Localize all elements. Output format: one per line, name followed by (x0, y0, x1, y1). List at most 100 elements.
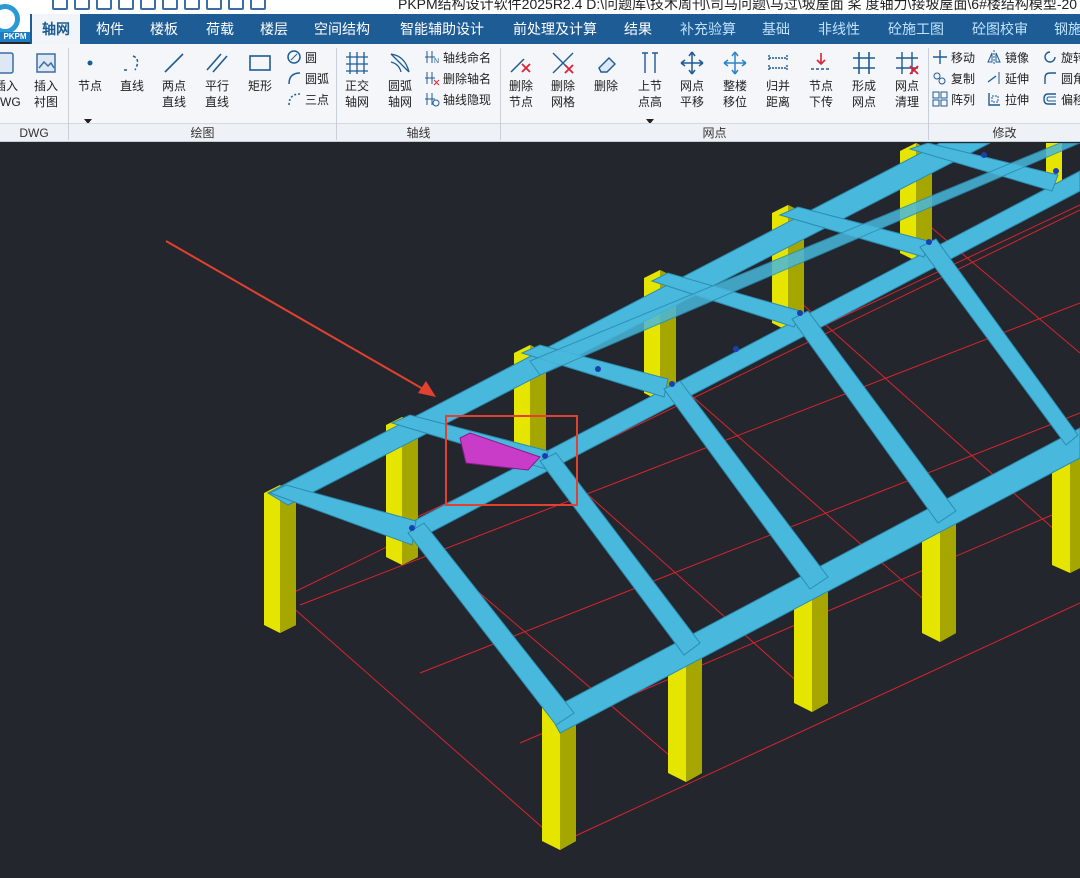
tab-concrete-review[interactable]: 砼图校审 (972, 14, 1028, 44)
delete-grid-button[interactable]: 删除 网格 (543, 50, 583, 110)
rectangle-icon (240, 50, 280, 76)
circle-icon (286, 49, 302, 65)
tab-supplementary-check[interactable]: 补充验算 (680, 14, 736, 44)
axis-name-icon: N (424, 49, 440, 65)
rafter-beam[interactable] (919, 238, 1079, 446)
rafter-beam[interactable] (791, 310, 957, 524)
node-point[interactable] (981, 152, 987, 158)
extend-button[interactable]: 延伸 (986, 69, 1029, 89)
tab-results[interactable]: 结果 (624, 14, 652, 44)
group-label-axis: 轴线 (337, 123, 500, 141)
column[interactable] (264, 485, 296, 633)
undo-icon[interactable] (228, 0, 244, 10)
extend-icon (986, 70, 1002, 86)
rafter-beam[interactable] (539, 452, 701, 656)
tab-loads[interactable]: 荷载 (206, 14, 234, 44)
structure-3d-view[interactable] (0, 143, 1080, 878)
node-button[interactable]: 节点 (70, 50, 110, 94)
two-point-line-button[interactable]: 两点 直线 (154, 50, 194, 110)
tab-floors[interactable]: 楼层 (260, 14, 288, 44)
rotate-button[interactable]: 旋转 (1042, 48, 1080, 68)
form-node-button[interactable]: 形成 网点 (844, 50, 884, 110)
insert-dwg-button[interactable]: 插入 DWG (0, 50, 26, 110)
mirror-button[interactable]: 镜像 (986, 48, 1029, 68)
toggle-axis-button[interactable]: 轴线隐现 (424, 90, 491, 110)
node-point[interactable] (409, 525, 415, 531)
copy-icon (932, 70, 948, 86)
arc-button[interactable]: 圆弧 (286, 69, 329, 89)
tab-members[interactable]: 构件 (96, 14, 124, 44)
app-logo[interactable]: PKPM (0, 4, 30, 42)
screen-icon[interactable] (184, 0, 200, 10)
three-point-arc-button[interactable]: 三点 (286, 90, 329, 110)
tab-spatial-structure[interactable]: 空间结构 (314, 14, 370, 44)
tab-slabs[interactable]: 楼板 (150, 14, 178, 44)
axis-naming-button[interactable]: N 轴线命名 (424, 48, 491, 68)
print-icon[interactable] (140, 0, 156, 10)
delete-axis-name-button[interactable]: 删除轴名 (424, 69, 491, 89)
fillet-button[interactable]: 圆角 (1042, 69, 1080, 89)
settings-icon[interactable] (206, 0, 222, 10)
merge-distance-icon (758, 50, 798, 76)
clock-icon[interactable] (118, 0, 134, 10)
redo-icon[interactable] (250, 0, 266, 10)
push-node-down-button[interactable]: 节点 下传 (801, 50, 841, 110)
stretch-icon (986, 91, 1002, 107)
tab-smart-design[interactable]: 智能辅助设计 (400, 14, 484, 44)
circle-button[interactable]: 圆 (286, 48, 317, 68)
save-icon[interactable] (52, 0, 68, 10)
delete-axis-name-icon (424, 70, 440, 86)
upper-node-height-button[interactable]: 上节 点高 (630, 50, 670, 110)
node-height-icon (630, 50, 670, 76)
tab-concrete-drawing[interactable]: 砼施工图 (888, 14, 944, 44)
group-label-modify: 修改 (929, 123, 1080, 141)
model-viewport[interactable] (0, 143, 1080, 878)
save-as-icon[interactable] (74, 0, 90, 10)
copy-button[interactable]: 复制 (932, 69, 975, 89)
arrow-down-icon (801, 50, 841, 76)
orthogonal-grid-button[interactable]: 正交 轴网 (337, 50, 377, 110)
grid-hash-icon (844, 50, 884, 76)
tab-nonlinear[interactable]: 非线性 (818, 14, 860, 44)
three-point-arc-icon (286, 91, 302, 107)
array-button[interactable]: 阵列 (932, 90, 975, 110)
offset-button[interactable]: 偏移 (1042, 90, 1080, 110)
merge-distance-button[interactable]: 归并 距离 (758, 50, 798, 110)
node-point[interactable] (733, 346, 739, 352)
line-icon (154, 50, 194, 76)
line-button[interactable]: 直线 (112, 50, 152, 94)
node-point[interactable] (797, 310, 803, 316)
orthogonal-grid-icon (337, 50, 377, 76)
move-arrows-icon (672, 50, 712, 76)
group-label-dwg: DWG (0, 123, 68, 141)
tab-steel[interactable]: 钢施 (1054, 14, 1080, 44)
node-point[interactable] (542, 453, 548, 459)
move-node-button[interactable]: 网点 平移 (672, 50, 712, 110)
tab-preprocess[interactable]: 前处理及计算 (513, 14, 597, 44)
background-image-icon (26, 50, 66, 76)
eraser-icon (586, 50, 626, 76)
arc-grid-button[interactable]: 圆弧 轴网 (380, 50, 420, 110)
clean-node-button[interactable]: 网点 清理 (887, 50, 927, 110)
axis-visibility-icon (424, 91, 440, 107)
shift-floor-button[interactable]: 整楼 移位 (715, 50, 755, 110)
move-button[interactable]: 移动 (932, 48, 975, 68)
rafter-beam[interactable] (407, 522, 575, 726)
stretch-button[interactable]: 拉伸 (986, 90, 1029, 110)
printer-icon[interactable] (162, 0, 178, 10)
node-point[interactable] (926, 239, 932, 245)
parallel-line-button[interactable]: 平行 直线 (197, 50, 237, 110)
node-point[interactable] (1053, 168, 1059, 174)
delete-button[interactable]: 删除 (586, 50, 626, 94)
rafter-beam[interactable] (663, 380, 829, 590)
offset-icon (1042, 91, 1058, 107)
tab-axis-grid[interactable]: 轴网 (32, 14, 80, 44)
save-copy-icon[interactable] (96, 0, 112, 10)
tab-foundation[interactable]: 基础 (762, 14, 790, 44)
insert-background-button[interactable]: 插入 衬图 (26, 50, 66, 110)
group-label-node: 网点 (501, 123, 928, 141)
delete-node-button[interactable]: 删除 节点 (501, 50, 541, 110)
rectangle-button[interactable]: 矩形 (240, 50, 280, 94)
node-point[interactable] (669, 381, 675, 387)
node-point[interactable] (595, 366, 601, 372)
